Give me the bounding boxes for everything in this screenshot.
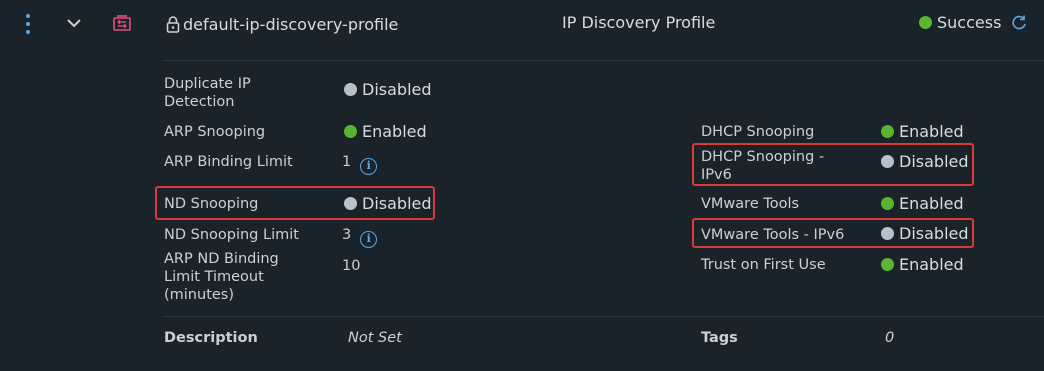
disabled-dot-icon: [344, 197, 357, 210]
disabled-dot-icon: [881, 155, 894, 168]
label-dhcp-snooping: DHCP Snooping: [701, 124, 815, 140]
refresh-icon[interactable]: [1010, 14, 1028, 32]
value-arp-binding-limit: 1i: [342, 153, 378, 175]
label-description: Description: [164, 330, 258, 346]
value-arp-nd-binding-limit-timeout: 10: [342, 258, 361, 274]
info-icon[interactable]: i: [360, 158, 378, 175]
ip-discovery-profile-icon: [113, 15, 131, 31]
info-icon[interactable]: i: [360, 231, 378, 248]
label-vmware-tools-ipv6: VMware Tools - IPv6: [701, 227, 845, 243]
vertical-ellipsis-icon[interactable]: [20, 12, 36, 36]
label-arp-nd-binding-limit-timeout: ARP ND Binding Limit Timeout (minutes): [164, 251, 279, 303]
value-dhcp-snooping: Enabled: [881, 122, 964, 141]
chevron-down-icon[interactable]: [64, 14, 84, 32]
realization-status: Success: [919, 13, 1028, 32]
profile-type: IP Discovery Profile: [562, 13, 716, 32]
label-arp-binding-limit: ARP Binding Limit: [164, 154, 293, 170]
enabled-dot-icon: [344, 125, 357, 138]
label-vmware-tools: VMware Tools: [701, 196, 800, 212]
disabled-dot-icon: [344, 83, 357, 96]
profile-name[interactable]: default-ip-discovery-profile: [183, 15, 398, 34]
status-text: Success: [937, 13, 1002, 32]
label-duplicate-ip-detection: Duplicate IP Detection: [164, 76, 251, 110]
value-tags[interactable]: 0: [885, 329, 894, 347]
label-nd-snooping-limit: ND Snooping Limit: [164, 227, 299, 243]
value-trust-on-first-use: Enabled: [881, 255, 964, 274]
lock-icon: [166, 16, 180, 33]
label-nd-snooping: ND Snooping: [164, 196, 259, 212]
enabled-dot-icon: [881, 197, 894, 210]
profile-name-cell: default-ip-discovery-profile: [166, 13, 398, 35]
row-actions-menu[interactable]: [20, 12, 36, 36]
profile-type-icon: [112, 13, 132, 33]
enabled-dot-icon: [881, 125, 894, 138]
footer-divider: [163, 316, 1044, 317]
label-trust-on-first-use: Trust on First Use: [701, 257, 826, 273]
label-dhcp-snooping-ipv6: DHCP Snooping - IPv6: [701, 149, 825, 183]
status-indicator-icon: [919, 16, 932, 29]
value-arp-snooping: Enabled: [344, 122, 427, 141]
value-duplicate-ip-detection: Disabled: [344, 80, 432, 99]
value-nd-snooping: Disabled: [344, 194, 432, 213]
value-vmware-tools-ipv6: Disabled: [881, 224, 969, 243]
row-expand-toggle[interactable]: [64, 14, 84, 32]
label-arp-snooping: ARP Snooping: [164, 124, 266, 140]
enabled-dot-icon: [881, 258, 894, 271]
value-nd-snooping-limit: 3i: [342, 226, 378, 248]
disabled-dot-icon: [881, 227, 894, 240]
value-description: Not Set: [348, 330, 402, 346]
header-divider: [163, 60, 1044, 61]
value-dhcp-snooping-ipv6: Disabled: [881, 152, 969, 171]
label-tags: Tags: [701, 330, 738, 346]
value-vmware-tools: Enabled: [881, 194, 964, 213]
